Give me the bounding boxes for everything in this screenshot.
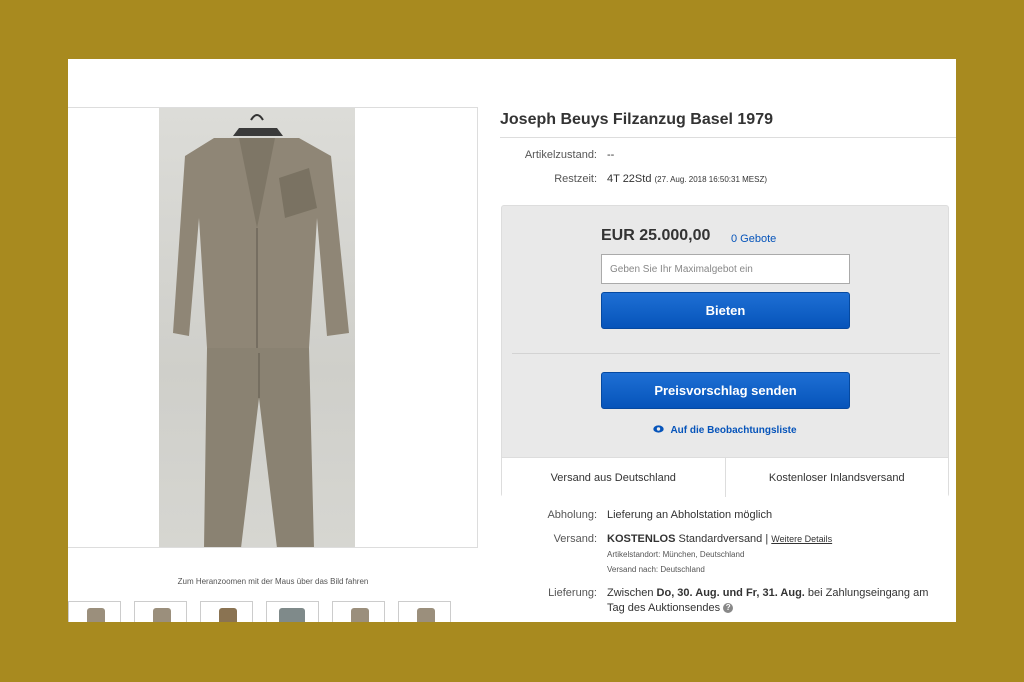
pickup-label: Abholung: — [547, 509, 597, 521]
thumbnail[interactable] — [332, 601, 385, 622]
make-offer-button[interactable]: Preisvorschlag senden — [601, 372, 850, 409]
title-divider — [500, 137, 956, 138]
shipping-free: KOSTENLOS — [607, 533, 676, 545]
watchlist-label: Auf die Beobachtungsliste — [670, 425, 797, 437]
product-photo-felt-suit[interactable] — [159, 108, 355, 547]
delivery-post: bei Zahlungseingang am — [804, 587, 929, 599]
auction-end-time: (27. Aug. 2018 16:50:31 MESZ) — [654, 175, 768, 184]
item-location: Artikelstandort: München, Deutschland — [607, 550, 745, 559]
main-image-panel[interactable] — [68, 107, 478, 548]
buy-box: EUR 25.000,00 0 Gebote Bieten Preisvorsc… — [501, 205, 949, 497]
delivery-line2: Tag des Auktionsendes ? — [607, 602, 734, 614]
delivery-label: Lieferung: — [548, 587, 597, 599]
thumbnail[interactable] — [68, 601, 121, 622]
delivery-line2-text: Tag des Auktionsendes — [607, 602, 721, 614]
shipping-value: KOSTENLOS Standardversand | Weitere Deta… — [607, 533, 833, 545]
pickup-value: Lieferung an Abholstation möglich — [607, 509, 773, 521]
max-bid-input[interactable] — [601, 254, 850, 284]
bid-count-link[interactable]: 0 Gebote — [731, 233, 776, 245]
add-to-watchlist-link[interactable]: Auf die Beobachtungsliste — [502, 425, 948, 436]
shipping-type: Standardversand — [678, 533, 763, 545]
help-icon[interactable]: ? — [723, 603, 734, 614]
free-domestic-shipping: Kostenloser Inlandsversand — [724, 458, 949, 497]
time-left-duration: 4T 22Std — [607, 173, 652, 185]
time-left-value: 4T 22Std (27. Aug. 2018 16:50:31 MESZ) — [607, 173, 767, 185]
thumbnail[interactable] — [134, 601, 187, 622]
thumbnail[interactable] — [398, 601, 451, 622]
condition-label: Artikelzustand: — [524, 149, 597, 161]
ebay-listing-page: Zum Heranzoomen mit der Maus über das Bi… — [68, 59, 956, 622]
shipping-label: Versand: — [553, 533, 597, 545]
thumbnail-strip — [68, 601, 464, 622]
ships-to: Versand nach: Deutschland — [607, 565, 705, 574]
eye-icon — [653, 425, 665, 436]
current-price: EUR 25.000,00 — [601, 227, 711, 244]
delivery-dates: Do, 30. Aug. und Fr, 31. Aug. — [656, 587, 805, 599]
bid-button[interactable]: Bieten — [601, 292, 850, 329]
ships-from-germany: Versand aus Deutschland — [550, 472, 676, 484]
thumbnail[interactable] — [200, 601, 253, 622]
shipping-summary-row: Versand aus Deutschland Kostenloser Inla… — [502, 457, 948, 497]
zoom-hint: Zum Heranzoomen mit der Maus über das Bi… — [177, 577, 369, 586]
time-left-label: Restzeit: — [554, 173, 597, 185]
thumbnail[interactable] — [266, 601, 319, 622]
delivery-value: Zwischen Do, 30. Aug. und Fr, 31. Aug. b… — [607, 587, 947, 599]
more-details-link[interactable]: Weitere Details — [771, 534, 832, 544]
delivery-pre: Zwischen — [607, 587, 657, 599]
buybox-divider — [512, 353, 940, 354]
condition-value: -- — [607, 149, 615, 161]
listing-title: Joseph Beuys Filzanzug Basel 1979 — [500, 111, 773, 128]
